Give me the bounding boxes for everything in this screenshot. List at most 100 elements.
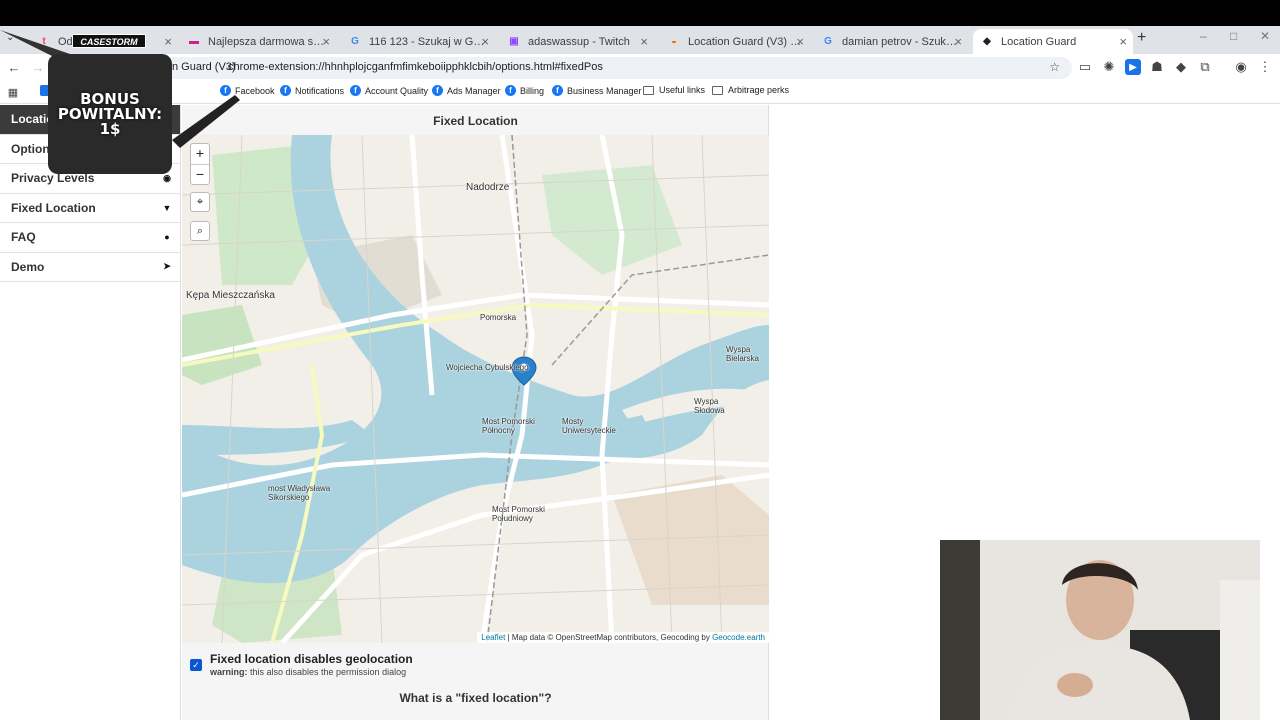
browser-tab[interactable]: ▣ adaswassup - Twitch × <box>500 29 654 54</box>
facebook-icon: f <box>280 85 291 96</box>
facebook-icon: f <box>505 85 516 96</box>
new-tab-button[interactable]: + <box>1137 29 1146 47</box>
map-tiles <box>182 135 769 643</box>
tab-title: Location Guard (V3) - Chrome <box>688 35 802 48</box>
tab-close-icon[interactable]: × <box>954 34 962 49</box>
fixed-location-option: ✓ Fixed location disables geolocation wa… <box>190 652 413 677</box>
bookmark-label: Arbitrage perks <box>728 85 790 95</box>
map-search-button[interactable]: ⌕ <box>190 221 210 241</box>
browser-tab[interactable]: Gdamian petrov - Szukaj w Goog× <box>814 29 968 54</box>
extension-incognito-icon[interactable]: ☗ <box>1149 59 1165 75</box>
location-arrow-icon: ➤ <box>163 261 171 272</box>
map-label: Most Pomorski Południowy <box>492 505 545 523</box>
map[interactable]: Kępa Mieszczańska Nadodrze Most Pomorski… <box>182 135 769 643</box>
url-text[interactable]: chrome-extension://hhnhplojcganfmfimkebo… <box>228 61 603 73</box>
folder-icon <box>712 85 723 95</box>
maximize-button[interactable]: □ <box>1230 29 1237 43</box>
bookmark-item[interactable]: f Account Quality <box>350 85 428 96</box>
bookmark-star-icon[interactable]: ☆ <box>1049 60 1060 74</box>
location-guard-extension-icon[interactable]: ◆ <box>1173 59 1189 75</box>
webcam-image <box>940 540 1260 720</box>
browser-tab[interactable]: ◆ Location Guard × <box>973 29 1133 54</box>
promo-text: BONUS POWITALNY: 1$ <box>57 89 163 138</box>
tab-title: adaswassup - Twitch <box>528 35 630 48</box>
extension-icon[interactable]: ✺ <box>1101 59 1117 75</box>
sidebar-item-label: Fixed Location <box>11 200 96 215</box>
geocoder-link[interactable]: Geocode.earth <box>712 633 765 642</box>
tab-favicon-icon: ▣ <box>509 36 519 47</box>
sidebar-item[interactable]: Fixed Location ▼ <box>0 194 180 223</box>
fixed-location-checkbox[interactable]: ✓ <box>190 659 202 671</box>
checkbox-warning: warning: this also disables the permissi… <box>210 667 413 677</box>
minimize-button[interactable]: – <box>1200 29 1207 43</box>
bookmark-label: Useful links <box>659 85 706 95</box>
tab-close-icon[interactable]: × <box>640 34 648 49</box>
map-attribution: Leaflet | Map data © OpenStreetMap contr… <box>477 632 769 643</box>
map-marker-icon: ▼ <box>162 202 172 213</box>
tab-favicon-icon: ◒ <box>670 36 678 47</box>
faq-heading: What is a "fixed location"? <box>399 691 552 705</box>
map-label: Pomorska <box>480 313 517 322</box>
map-label: Most Pomorski Północny <box>482 417 535 435</box>
bookmark-item[interactable]: f Ads Manager <box>432 85 501 96</box>
tab-favicon-icon: G <box>351 36 359 47</box>
map-label: Nadodrze <box>466 182 510 193</box>
sidebar-item-label: FAQ <box>11 230 36 245</box>
main-content: Fixed Location Kępa Mieszczańska Nadodrz… <box>182 105 769 720</box>
sidebar-item[interactable]: Demo ➤ <box>0 253 180 282</box>
bookmark-item[interactable]: Arbitrage perks <box>712 85 789 95</box>
browser-tab[interactable]: ◒ Location Guard (V3) - Chrome× <box>660 29 810 54</box>
sidebar-item[interactable]: FAQ ● <box>0 223 180 253</box>
checkbox-label[interactable]: Fixed location disables geolocation <box>210 652 413 666</box>
sidebar-item-label: Demo <box>11 259 45 274</box>
locate-button[interactable]: ⌖ <box>190 192 210 212</box>
bookmark-label: Business Manager <box>567 85 642 96</box>
casestorm-logo: CASESTORM <box>72 34 146 48</box>
bookmark-item[interactable]: f Business Manager <box>552 85 642 96</box>
facebook-icon: f <box>432 85 443 96</box>
map-label: Wyspa Bielarska <box>726 345 759 363</box>
tab-favicon-icon: ◆ <box>983 36 991 47</box>
tab-close-icon[interactable]: × <box>322 34 330 49</box>
tab-title: 116 123 - Szukaj w Google <box>369 35 487 48</box>
bookmark-item[interactable]: f Billing <box>505 85 544 96</box>
leaflet-link[interactable]: Leaflet <box>481 633 505 642</box>
warning-text: this also disables the permission dialog <box>247 667 407 677</box>
extension-blue-icon[interactable]: ▶ <box>1125 59 1141 75</box>
bookmark-item[interactable]: Useful links <box>643 85 705 95</box>
sidebar: Location GuardOptions⚒Privacy Levels◉Fix… <box>0 105 181 720</box>
bookmark-item[interactable]: f Notifications <box>280 85 344 96</box>
map-label: most Władysława Sikorskiego <box>268 484 331 502</box>
facebook-icon: f <box>552 85 563 96</box>
extensions-puzzle-icon[interactable]: ⧉ <box>1197 59 1213 75</box>
menu-icon[interactable]: ⋮ <box>1257 59 1273 75</box>
zoom-out-button[interactable]: − <box>191 164 209 184</box>
stream-promo-overlay: CASESTORM BONUS POWITALNY: 1$ <box>0 10 250 174</box>
browser-tab[interactable]: G 116 123 - Szukaj w Google× <box>341 29 495 54</box>
camera-icon[interactable]: ▭ <box>1077 59 1093 75</box>
tab-close-icon[interactable]: × <box>481 34 489 49</box>
bookmark-label: Notifications <box>295 85 345 96</box>
eye-icon: ◉ <box>163 172 171 183</box>
folder-icon <box>643 85 654 95</box>
promo-card: BONUS POWITALNY: 1$ <box>48 54 172 174</box>
webcam-overlay <box>940 540 1260 720</box>
map-label: Wojciecha Cybulskiego <box>446 363 529 372</box>
profile-icon[interactable]: ◉ <box>1233 59 1249 75</box>
tab-close-icon[interactable]: × <box>796 34 804 49</box>
tab-title: Location Guard <box>1001 35 1077 48</box>
info-icon: ● <box>164 232 170 243</box>
attribution-text: | Map data © OpenStreetMap contributors,… <box>505 633 713 642</box>
tab-title: damian petrov - Szukaj w Goog <box>842 35 960 48</box>
map-label: Kępa Mieszczańska <box>186 290 275 301</box>
tab-close-icon[interactable]: × <box>1119 34 1127 49</box>
warning-label: warning: <box>210 667 248 677</box>
bookmark-label: Ads Manager <box>447 85 501 96</box>
bookmark-label: Account Quality <box>365 85 429 96</box>
bookmark-label: Billing <box>520 85 545 96</box>
facebook-icon: f <box>350 85 361 96</box>
close-window-button[interactable]: ✕ <box>1260 29 1270 43</box>
page-title: Fixed Location <box>433 114 518 128</box>
map-label: Wyspa Słodowa <box>694 397 725 415</box>
tab-favicon-icon: G <box>824 36 832 47</box>
